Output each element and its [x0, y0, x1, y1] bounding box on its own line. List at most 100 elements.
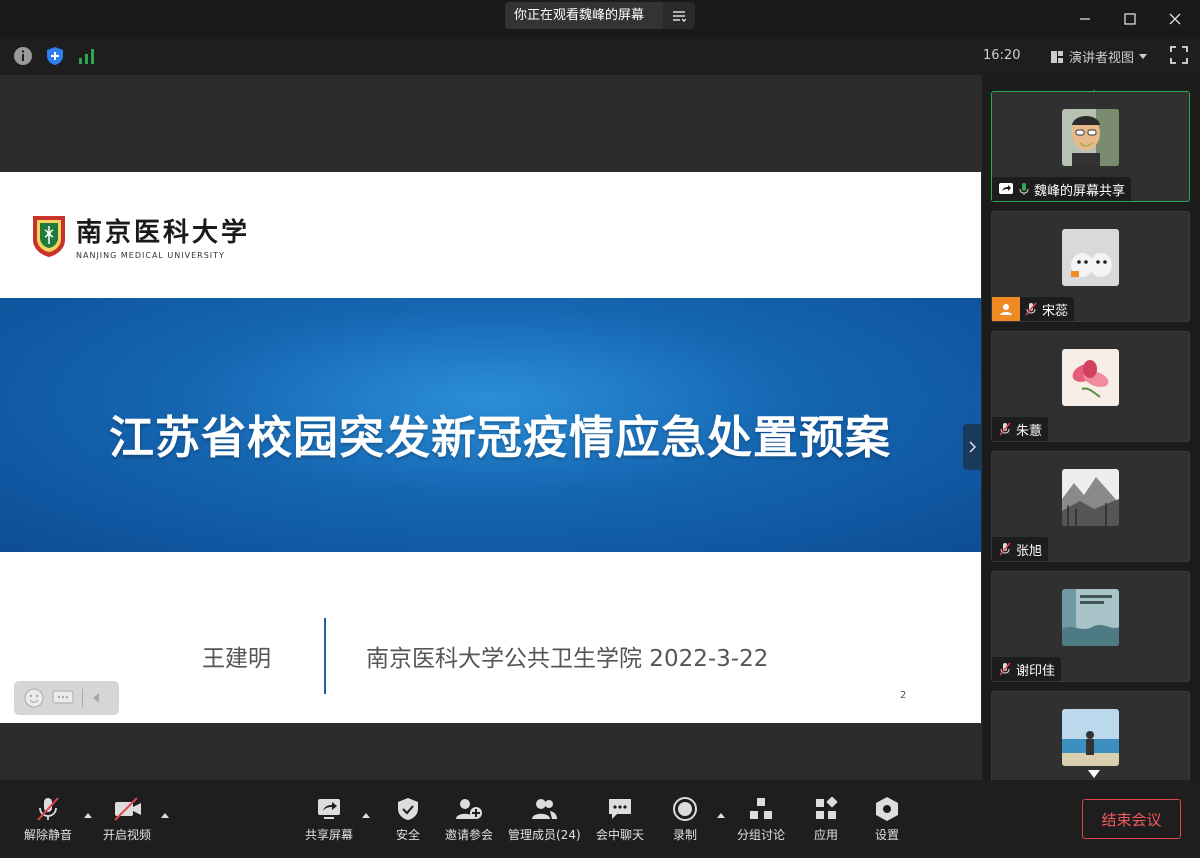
share-screen-label: 共享屏幕 — [305, 828, 354, 842]
meeting-clock: 16:20 — [983, 48, 1021, 63]
participant-tile[interactable]: 魏峰的屏幕共享 — [991, 91, 1190, 202]
participant-name: 魏峰的屏幕共享 — [1034, 183, 1126, 199]
breakout-rooms-button[interactable]: 分组讨论 — [737, 796, 785, 843]
participant-gallery: 魏峰的屏幕共享 宋蕊 朱薏 张旭 谢印佳 — [982, 75, 1200, 780]
muted-microphone-icon — [999, 662, 1011, 676]
gear-icon — [873, 796, 901, 822]
university-name-en: NANJING MEDICAL UNIVERSITY — [76, 251, 225, 260]
participant-tile[interactable]: 朱薏 — [991, 331, 1190, 442]
scroll-down-icon[interactable] — [1088, 770, 1100, 778]
share-screen-icon — [315, 796, 343, 822]
invite-label: 邀请参会 — [445, 828, 494, 842]
speaker-view-toggle[interactable]: 演讲者视图 — [1050, 47, 1148, 66]
title-bar: 你正在观看魏峰的屏幕 — [0, 0, 1200, 38]
participant-avatar — [1062, 229, 1119, 286]
shield-icon[interactable] — [45, 46, 65, 66]
apps-icon — [812, 796, 840, 822]
participant-avatar — [1062, 589, 1119, 646]
participant-avatar — [1062, 349, 1119, 406]
participant-tile[interactable]: 宋蕊 — [991, 211, 1190, 322]
university-name-cn: 南京医科大学 — [76, 218, 251, 248]
slide-title: 江苏省校园突发新冠疫情应急处置预案 — [108, 411, 891, 464]
participant-namebar: 张旭 — [992, 537, 1049, 561]
apps-button[interactable]: 应用 — [812, 796, 840, 843]
screen-share-indicator[interactable]: 你正在观看魏峰的屏幕 — [505, 2, 695, 29]
participant-name: 张旭 — [1016, 543, 1043, 559]
chevron-down-icon — [1139, 53, 1148, 59]
university-logo: 南京医科大学 NANJING MEDICAL UNIVERSITY — [30, 212, 250, 260]
settings-button[interactable]: 设置 — [873, 796, 901, 843]
breakout-rooms-icon — [747, 796, 775, 822]
security-button[interactable]: 安全 — [394, 796, 422, 843]
collapse-panel-button[interactable] — [963, 424, 982, 470]
participant-namebar: 魏峰的屏幕共享 — [992, 177, 1132, 201]
participant-tile[interactable]: 谢印佳 — [991, 571, 1190, 682]
participants-label: 管理成员(24) — [508, 828, 581, 842]
security-label: 安全 — [395, 828, 420, 842]
share-screen-button[interactable]: 共享屏幕 — [305, 796, 353, 843]
university-emblem-icon — [33, 216, 65, 257]
slide-author: 王建明 — [202, 646, 271, 672]
close-icon[interactable] — [1165, 9, 1185, 29]
participant-avatar — [1062, 469, 1119, 526]
maximize-icon[interactable] — [1120, 9, 1140, 29]
emoji-icon[interactable] — [24, 688, 44, 708]
sharing-label: 你正在观看魏峰的屏幕 — [505, 2, 663, 29]
participant-tile[interactable]: 张旭 — [991, 451, 1190, 562]
muted-microphone-icon — [1025, 302, 1037, 316]
unmute-button[interactable]: 解除静音 — [24, 796, 72, 843]
meeting-info-bar: 16:20 演讲者视图 — [0, 38, 1200, 75]
presentation-slide: 南京医科大学 NANJING MEDICAL UNIVERSITY 江苏省校园突… — [0, 172, 981, 723]
participant-name: 谢印佳 — [1016, 663, 1056, 679]
apps-label: 应用 — [813, 828, 838, 842]
muted-microphone-icon — [34, 796, 62, 822]
record-icon — [671, 796, 699, 822]
signal-strength-icon[interactable] — [77, 46, 97, 66]
participants-button[interactable]: 管理成员(24) — [508, 796, 581, 843]
end-meeting-button[interactable]: 结束会议 — [1082, 799, 1181, 839]
muted-microphone-icon — [999, 422, 1011, 436]
unmute-label: 解除静音 — [24, 828, 73, 842]
view-options-icon[interactable] — [663, 2, 695, 29]
breakout-rooms-label: 分组讨论 — [737, 828, 786, 842]
participant-avatar — [1062, 709, 1119, 766]
share-options-caret-icon[interactable] — [362, 813, 370, 818]
info-icon[interactable] — [13, 46, 33, 66]
host-badge-icon — [992, 297, 1020, 321]
view-mode-label: 演讲者视图 — [1069, 51, 1135, 66]
participant-namebar: 谢印佳 — [992, 657, 1062, 681]
start-video-button[interactable]: 开启视频 — [103, 796, 151, 843]
record-options-caret-icon[interactable] — [717, 813, 725, 818]
video-options-caret-icon[interactable] — [161, 813, 169, 818]
grid-view-icon — [1051, 50, 1063, 63]
comment-icon[interactable] — [52, 689, 74, 707]
muted-microphone-icon — [999, 542, 1011, 556]
chevron-right-icon — [968, 441, 976, 453]
settings-label: 设置 — [874, 828, 899, 842]
microphone-icon — [1019, 183, 1029, 195]
add-user-icon — [455, 796, 483, 822]
meeting-toolbar: 解除静音 开启视频 共享屏幕 安全 邀请参会 管理成员(24) 会中聊天 录制 … — [0, 780, 1200, 858]
start-video-label: 开启视频 — [103, 828, 152, 842]
chat-button[interactable]: 会中聊天 — [596, 796, 644, 843]
participant-namebar: 宋蕊 — [992, 297, 1075, 321]
collapse-left-icon[interactable] — [91, 692, 101, 704]
record-button[interactable]: 录制 — [671, 796, 699, 843]
chat-label: 会中聊天 — [596, 828, 645, 842]
shield-check-icon — [394, 796, 422, 822]
shared-screen-area: 南京医科大学 NANJING MEDICAL UNIVERSITY 江苏省校园突… — [0, 75, 982, 780]
video-off-icon — [113, 796, 141, 822]
audio-options-caret-icon[interactable] — [84, 813, 92, 818]
users-icon — [530, 796, 558, 822]
minimize-icon[interactable] — [1075, 9, 1095, 29]
chat-icon — [606, 796, 634, 822]
divider-line — [324, 618, 326, 694]
invite-button[interactable]: 邀请参会 — [445, 796, 493, 843]
annotation-toolbar — [14, 681, 119, 715]
participant-tile[interactable] — [991, 691, 1190, 780]
title-banner: 江苏省校园突发新冠疫情应急处置预案 — [0, 298, 981, 552]
screen-share-icon — [999, 183, 1013, 194]
fullscreen-icon[interactable] — [1170, 46, 1190, 66]
participant-name: 朱薏 — [1016, 423, 1043, 439]
participant-avatar — [1062, 109, 1119, 166]
